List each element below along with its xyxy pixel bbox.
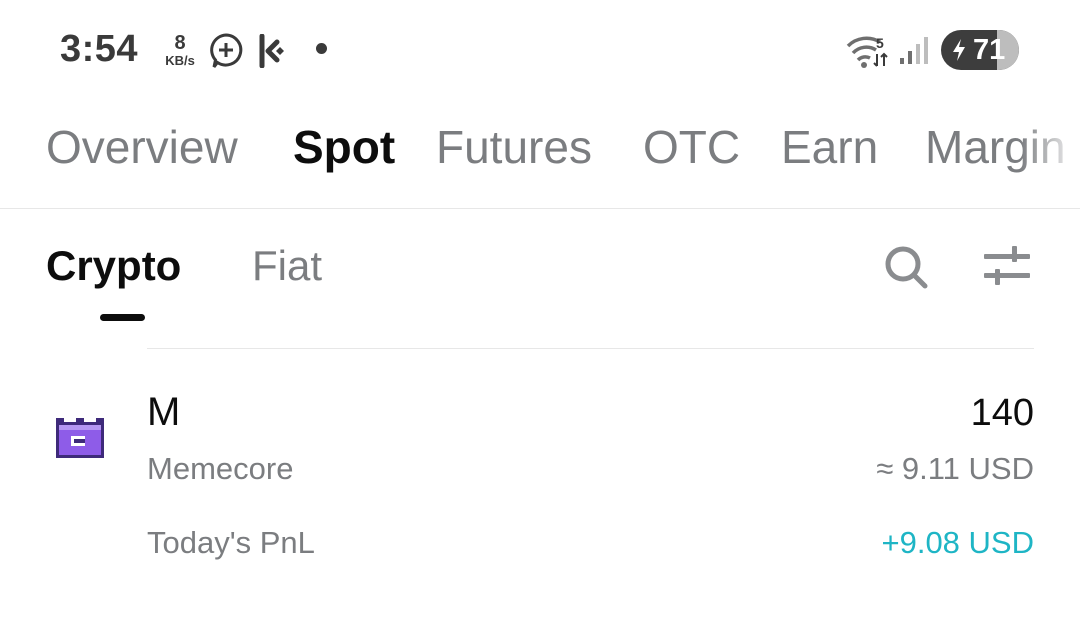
network-speed-unit: KB/s bbox=[165, 53, 195, 68]
network-speed-value: 8 bbox=[174, 32, 186, 54]
tab-spot[interactable]: Spot bbox=[293, 120, 395, 174]
kucoin-icon bbox=[258, 33, 290, 73]
tab-otc[interactable]: OTC bbox=[643, 120, 740, 174]
network-speed: 8 KB/s bbox=[158, 33, 202, 69]
asset-amount: 140 bbox=[970, 392, 1034, 434]
tab-earn[interactable]: Earn bbox=[781, 120, 878, 174]
tab-futures[interactable]: Futures bbox=[436, 120, 592, 174]
memecore-logo-icon bbox=[54, 418, 106, 465]
pnl-value: +9.08 USD bbox=[881, 525, 1034, 560]
tab-margin[interactable]: Margin bbox=[925, 120, 1066, 174]
asset-name: Memecore bbox=[147, 451, 294, 486]
pnl-label: Today's PnL bbox=[147, 525, 315, 560]
status-bar: 3:54 8 KB/s 5 71 bbox=[0, 0, 1080, 100]
filter-sliders-icon[interactable] bbox=[982, 244, 1032, 293]
battery-charging-icon bbox=[951, 38, 967, 67]
notification-dot-icon bbox=[316, 43, 327, 54]
tab-overview[interactable]: Overview bbox=[46, 120, 238, 174]
add-chat-icon bbox=[208, 32, 244, 75]
signal-icon bbox=[898, 36, 930, 71]
battery-level: 71 bbox=[973, 34, 1006, 66]
status-time: 3:54 bbox=[60, 28, 139, 70]
asset-symbol: M bbox=[147, 390, 181, 434]
asset-usd-value: ≈ 9.11 USD bbox=[876, 451, 1034, 486]
subtab-crypto[interactable]: Crypto bbox=[46, 242, 181, 290]
list-divider bbox=[147, 348, 1034, 349]
search-icon[interactable] bbox=[883, 244, 929, 295]
wifi-icon: 5 bbox=[846, 34, 892, 75]
battery-indicator: 71 bbox=[941, 30, 1019, 70]
account-type-tabs: Overview Spot Futures OTC Earn Margin bbox=[0, 112, 1080, 184]
active-subtab-indicator bbox=[100, 314, 145, 321]
svg-text:5: 5 bbox=[876, 35, 884, 51]
subtab-fiat[interactable]: Fiat bbox=[252, 242, 322, 290]
tabs-divider bbox=[0, 208, 1080, 209]
